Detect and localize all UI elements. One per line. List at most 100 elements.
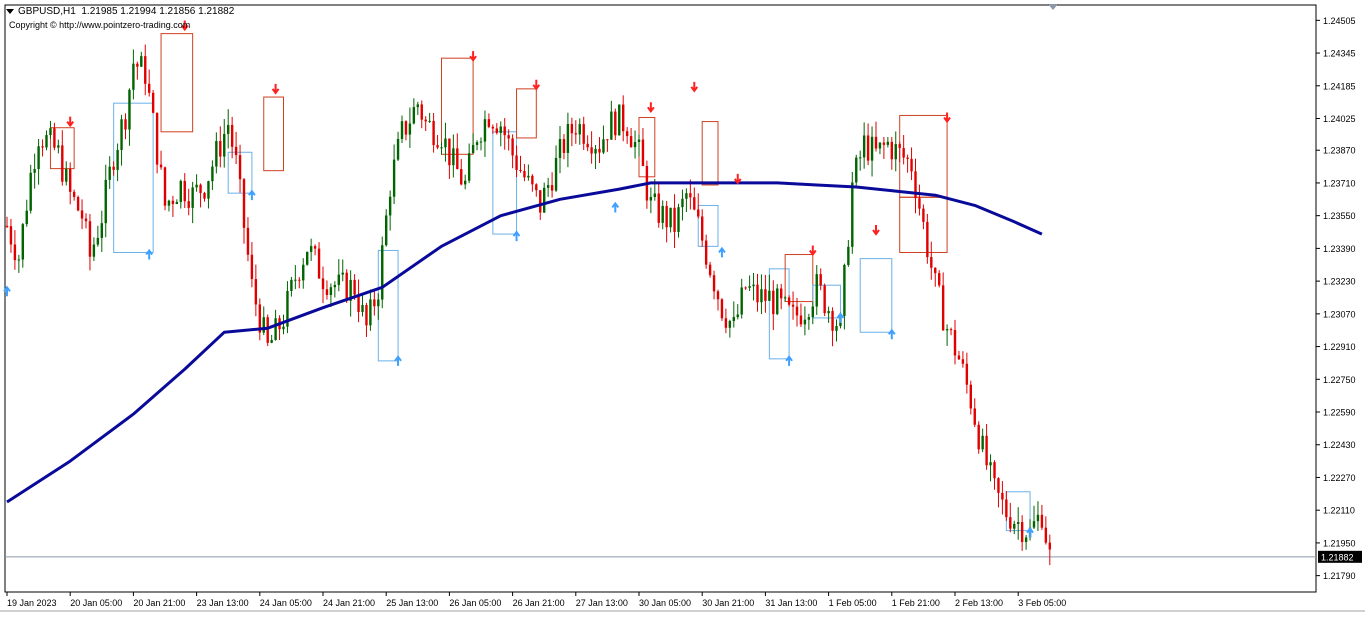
candle <box>546 177 550 197</box>
down-arrow-icon <box>532 79 541 91</box>
candle <box>1017 507 1020 540</box>
candle <box>795 297 799 327</box>
candle <box>1013 520 1016 535</box>
candle <box>989 454 992 482</box>
candle <box>768 274 771 301</box>
candle <box>250 241 254 288</box>
candle <box>167 199 171 212</box>
supply-zone-box <box>899 114 948 198</box>
candle <box>1032 505 1036 530</box>
y-tick-label: 1.23550 <box>1323 211 1356 221</box>
candle <box>847 239 850 267</box>
candle <box>187 188 190 216</box>
shift-marker-icon[interactable] <box>1048 4 1058 10</box>
chart-frame-lines <box>0 4 1365 612</box>
candle <box>49 120 52 139</box>
candle <box>408 107 412 148</box>
candle <box>369 289 372 331</box>
candle <box>811 301 814 325</box>
x-tick-label: 19 Jan 2023 <box>7 598 57 608</box>
candle <box>724 308 728 334</box>
candle <box>898 141 901 163</box>
candle <box>894 131 897 172</box>
candle <box>436 134 439 150</box>
candle <box>740 278 743 319</box>
candle <box>594 144 597 170</box>
candle <box>926 213 929 264</box>
candle <box>586 135 589 152</box>
candle <box>910 147 913 181</box>
price-axis[interactable]: 1.24505 1.24345 1.24185 1.24025 1.23870 1.237… <box>1316 16 1362 581</box>
y-tick-label: 1.23390 <box>1323 244 1356 254</box>
candle <box>246 217 250 262</box>
candle <box>1020 515 1024 551</box>
candle <box>440 142 443 155</box>
candle <box>712 270 716 300</box>
candle <box>799 303 803 327</box>
candle <box>487 113 491 129</box>
candle <box>467 143 471 184</box>
candle <box>333 281 337 298</box>
plot-border <box>4 4 1317 593</box>
candle <box>614 108 617 141</box>
price-chart[interactable]: 1.24505 1.24345 1.24185 1.24025 1.23870 1.237… <box>0 0 1365 620</box>
candle <box>171 195 175 217</box>
candle <box>365 302 368 337</box>
y-tick-label: 1.22590 <box>1323 408 1356 418</box>
candle <box>76 195 80 212</box>
candle <box>685 188 688 213</box>
candle <box>701 209 704 247</box>
up-arrow-icon <box>785 355 793 366</box>
candle <box>756 273 759 312</box>
x-tick-label: 30 Jan 21:00 <box>702 598 754 608</box>
candle <box>140 51 143 68</box>
candle <box>116 143 119 182</box>
candle <box>922 204 925 230</box>
demand-zone-box <box>859 258 893 333</box>
signal-arrows <box>3 20 1034 538</box>
ohlc-values: 1.21985 1.21994 1.21856 1.21882 <box>81 6 235 17</box>
candle <box>590 131 593 164</box>
candle <box>906 154 909 173</box>
candle <box>787 295 791 307</box>
candle <box>1036 501 1040 532</box>
candle <box>823 283 826 317</box>
x-tick-label: 1 Feb 05:00 <box>829 598 877 608</box>
candle <box>708 261 712 278</box>
symbol-label: GBPUSD,H1 <box>18 6 76 17</box>
candle <box>855 154 858 186</box>
candle <box>851 171 854 254</box>
candle <box>914 158 917 214</box>
candle <box>195 174 198 192</box>
y-tick-label: 1.23070 <box>1323 309 1356 319</box>
candle <box>258 298 261 341</box>
candle <box>744 286 747 290</box>
time-axis[interactable]: 19 Jan 2023 20 Jan 05:00 20 Jan 21:00 23 Ja… <box>6 592 1066 608</box>
x-tick-label: 26 Jan 05:00 <box>449 598 501 608</box>
candle <box>254 264 258 317</box>
candle <box>1040 504 1044 530</box>
candle <box>507 129 510 151</box>
chart-window[interactable]: 1.24505 1.24345 1.24185 1.24025 1.23870 1.237… <box>0 0 1365 620</box>
candle <box>341 259 344 282</box>
candle <box>155 112 159 174</box>
candle <box>803 306 807 336</box>
candle <box>807 313 811 330</box>
candle <box>859 150 862 171</box>
moving-average <box>6 181 1043 504</box>
candle <box>815 265 818 315</box>
candle <box>72 189 76 201</box>
candle <box>629 127 633 148</box>
candle <box>610 100 613 140</box>
candle <box>53 122 56 151</box>
candle <box>515 145 518 178</box>
x-tick-label: 24 Jan 05:00 <box>260 598 312 608</box>
dropdown-triangle-icon[interactable] <box>6 8 14 14</box>
candle <box>460 158 463 186</box>
supply-zone-box <box>160 33 194 133</box>
candle <box>452 134 455 178</box>
candle <box>606 139 609 152</box>
candle <box>633 130 637 159</box>
candle <box>677 203 680 238</box>
candle <box>120 114 123 166</box>
